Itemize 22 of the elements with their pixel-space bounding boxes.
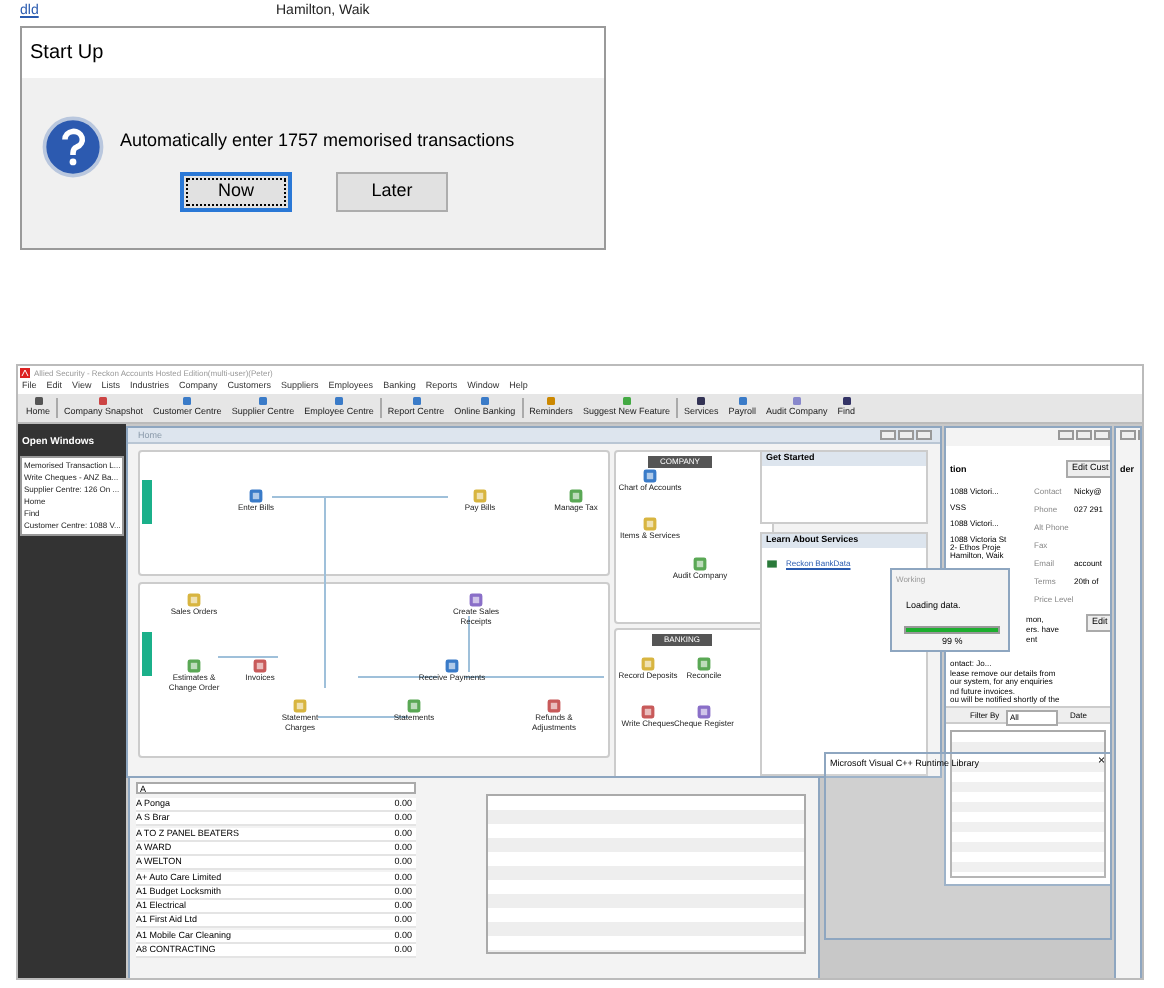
dialog-button[interactable]: Now: [180, 171, 292, 211]
dialog-message: Automatically enter 1757 memorised transactions: [120, 128, 515, 154]
question-icon: [42, 116, 104, 178]
tile-icon: [696, 396, 707, 407]
tile-icon: [98, 396, 109, 407]
dialog-button[interactable]: Later: [336, 171, 448, 211]
dialog-title: Start Up: [30, 40, 104, 68]
tile-icon: [33, 396, 43, 407]
tile-icon: [182, 396, 193, 407]
tile-icon: [479, 396, 490, 407]
connector-line: [218, 656, 278, 658]
tile-icon: [257, 396, 268, 407]
tile-icon: [841, 396, 852, 407]
connector-line: [468, 616, 470, 672]
tile-icon: [621, 396, 632, 407]
tile-icon: [333, 396, 344, 407]
tile-icon: [791, 396, 802, 407]
tile-icon: [546, 396, 557, 407]
connector-line: [358, 676, 438, 678]
tile-icon: [411, 396, 421, 407]
tile-icon: [737, 396, 748, 407]
connector-line: [464, 676, 604, 678]
